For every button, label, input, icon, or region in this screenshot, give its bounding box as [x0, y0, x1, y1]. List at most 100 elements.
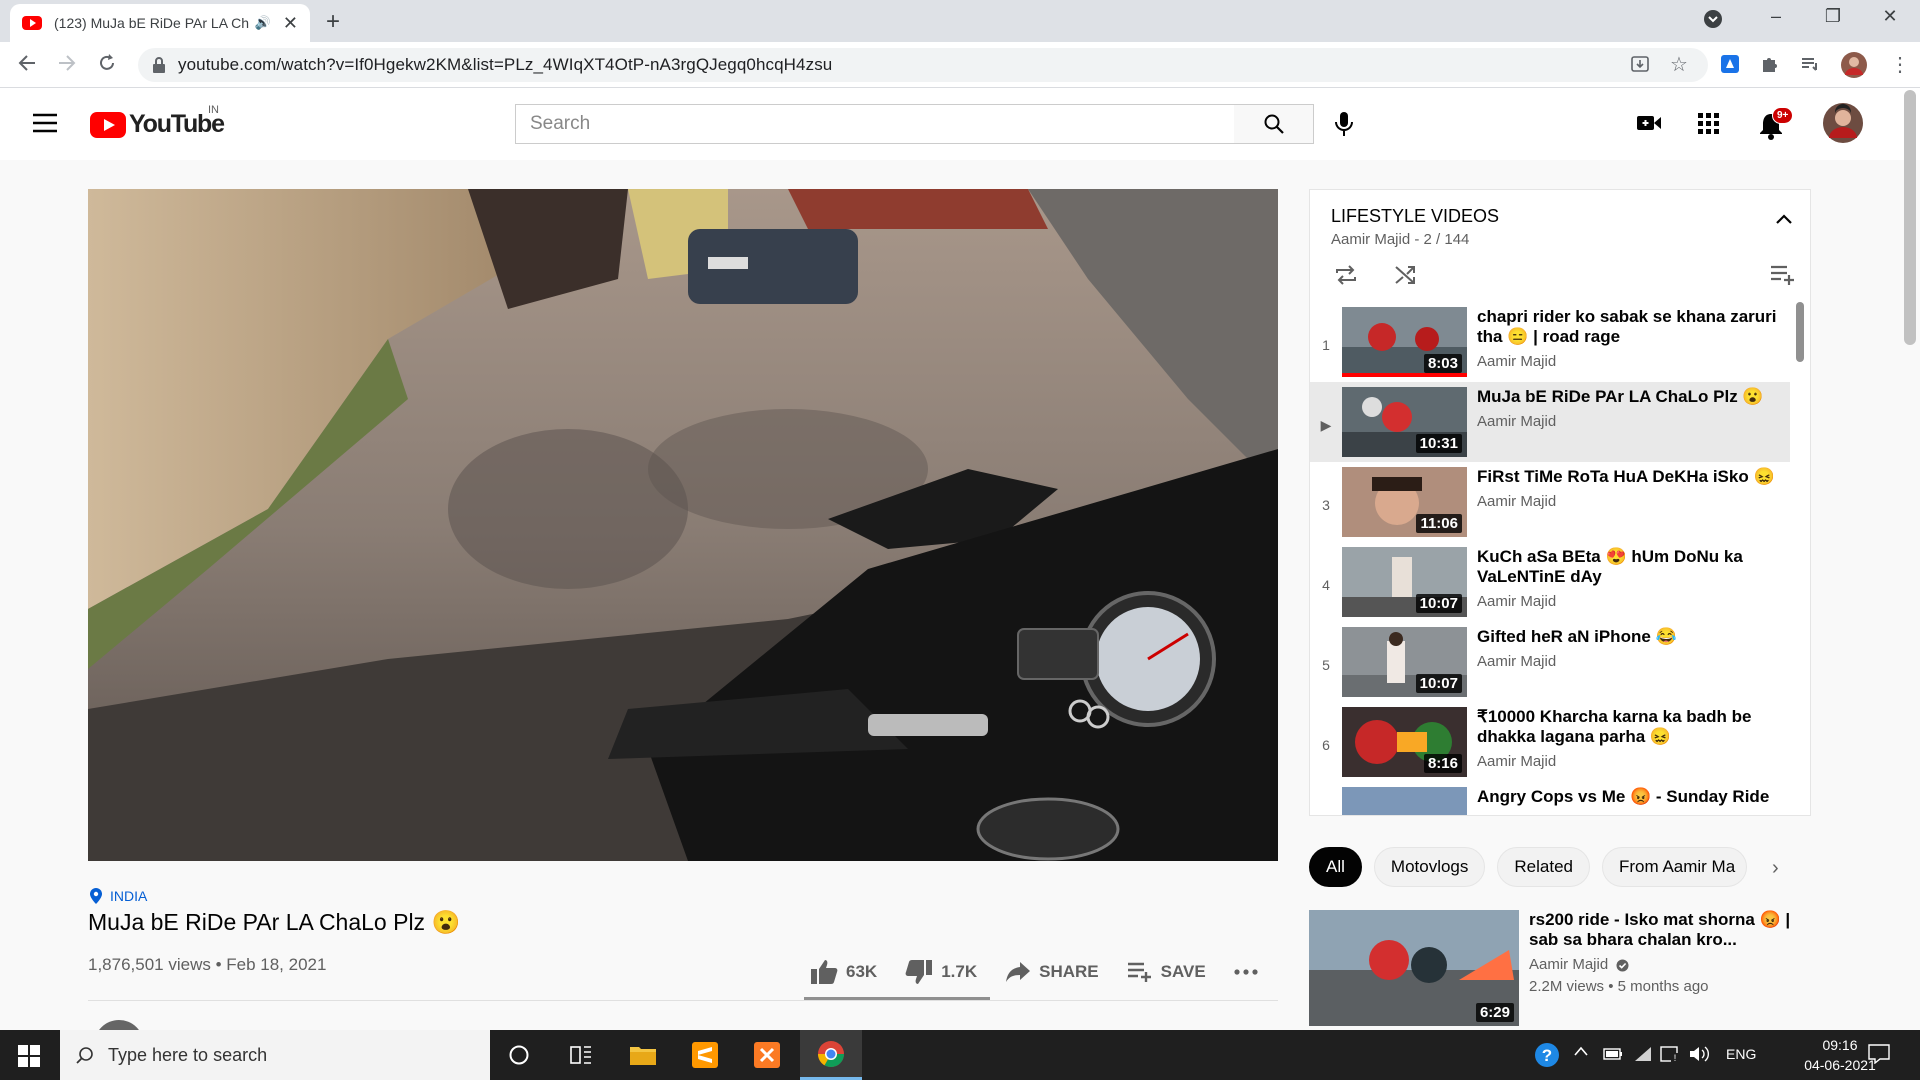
- new-tab-button[interactable]: +: [326, 8, 340, 36]
- back-arrow-icon[interactable]: [16, 52, 38, 74]
- tray-chevron-up-icon[interactable]: [1574, 1046, 1588, 1056]
- browser-tab-active[interactable]: (123) MuJa bE RiDe PAr LA ChaLo Plz 😮 - …: [10, 4, 310, 42]
- video-thumbnail[interactable]: 10:31: [1342, 387, 1467, 457]
- playlist-items: 1 8:03 chapri rider ko sabak se khana za…: [1310, 302, 1790, 815]
- page-scrollbar[interactable]: [1904, 90, 1916, 345]
- more-horizontal-icon: [1234, 969, 1258, 975]
- input-language[interactable]: ENG: [1726, 1046, 1756, 1062]
- playlist-item-index: 4: [1322, 577, 1330, 593]
- playlist-video-title: ₹10000 Kharcha karna ka badh be dhakka l…: [1477, 707, 1752, 746]
- microphone-icon[interactable]: [1333, 110, 1355, 138]
- chrome-menu-icon[interactable]: ⋮: [1890, 52, 1910, 77]
- share-button[interactable]: SHARE: [1005, 961, 1099, 983]
- battery-icon[interactable]: [1603, 1045, 1623, 1063]
- chip-from-channel[interactable]: From Aamir Ma: [1602, 847, 1747, 887]
- extension-drive-icon[interactable]: [1720, 54, 1740, 74]
- video-thumbnail[interactable]: 10:07: [1342, 547, 1467, 617]
- browser-toolbar: youtube.com/watch?v=If0Hgekw2KM&list=PLz…: [0, 42, 1920, 88]
- apps-grid-icon[interactable]: [1698, 113, 1720, 135]
- dislike-button[interactable]: 1.7K: [905, 959, 977, 985]
- shuffle-icon[interactable]: [1394, 264, 1418, 286]
- help-icon[interactable]: ?: [1534, 1042, 1560, 1068]
- loop-icon[interactable]: [1334, 264, 1358, 286]
- recommended-video-channel: Aamir Majid: [1529, 956, 1629, 973]
- network-alert-icon[interactable]: !: [1660, 1045, 1680, 1063]
- playlist-title[interactable]: LIFESTYLE VIDEOS: [1331, 206, 1499, 227]
- reload-icon[interactable]: [96, 52, 118, 74]
- video-thumbnail[interactable]: 11:06: [1342, 467, 1467, 537]
- save-button[interactable]: SAVE: [1127, 961, 1206, 983]
- cortana-icon[interactable]: [488, 1030, 550, 1080]
- windows-start-icon[interactable]: [18, 1045, 40, 1067]
- svg-text:?: ?: [1542, 1046, 1552, 1065]
- chip-motovlogs[interactable]: Motovlogs: [1373, 847, 1486, 887]
- video-thumbnail[interactable]: 6:29: [1309, 910, 1519, 1026]
- minimize-button[interactable]: –: [1756, 6, 1796, 27]
- playlist-add-icon: [1127, 961, 1153, 983]
- search-button[interactable]: [1234, 104, 1314, 144]
- playlist-item-current[interactable]: ▶ 10:31 MuJa bE RiDe PAr LA ChaLo Plz 😮 …: [1310, 382, 1790, 462]
- video-frame-image: [88, 189, 1278, 861]
- bookmark-star-icon[interactable]: ☆: [1670, 52, 1688, 77]
- wifi-icon[interactable]: [1633, 1045, 1653, 1063]
- more-actions-button[interactable]: [1234, 969, 1258, 975]
- tab-title: (123) MuJa bE RiDe PAr LA ChaLo Plz 😮 - …: [54, 14, 249, 31]
- channel-name: Aamir Majid: [1529, 956, 1609, 973]
- lock-icon[interactable]: [152, 57, 166, 73]
- tab-audio-icon[interactable]: 🔊: [255, 15, 271, 31]
- chrome-taskbar-icon[interactable]: [800, 1030, 862, 1080]
- taskbar-search-box[interactable]: Type here to search: [60, 1030, 490, 1080]
- hamburger-menu-icon[interactable]: [32, 113, 58, 133]
- recommended-video[interactable]: 6:29 rs200 ride - Isko mat shorna 😡 | sa…: [1309, 910, 1809, 1026]
- create-video-icon[interactable]: [1636, 113, 1662, 133]
- now-playing-indicator: ▶: [1320, 417, 1332, 433]
- tab-close-icon[interactable]: ✕: [283, 13, 298, 34]
- chevron-right-icon[interactable]: ›: [1772, 857, 1779, 880]
- playlist-item[interactable]: 3 11:06 FiRst TiMe RoTa HuA DeKHa iSko 😖…: [1310, 462, 1790, 542]
- playlist-item[interactable]: Angry Cops vs Me 😡 - Sunday Ride: [1310, 782, 1790, 815]
- close-window-button[interactable]: ✕: [1870, 6, 1910, 27]
- install-app-icon[interactable]: [1630, 54, 1650, 74]
- xampp-icon[interactable]: [736, 1030, 798, 1080]
- save-playlist-icon[interactable]: [1770, 264, 1796, 286]
- playlist-video-channel: Aamir Majid: [1477, 493, 1557, 510]
- video-thumbnail[interactable]: 8:03: [1342, 307, 1467, 377]
- taskbar-search-placeholder: Type here to search: [108, 1044, 268, 1065]
- sublime-text-icon[interactable]: [674, 1030, 736, 1080]
- address-bar[interactable]: youtube.com/watch?v=If0Hgekw2KM&list=PLz…: [138, 48, 1708, 82]
- playlist-item[interactable]: 6 8:16 ₹10000 Kharcha karna ka badh be d…: [1310, 702, 1790, 782]
- extensions-puzzle-icon[interactable]: [1760, 54, 1780, 74]
- account-avatar[interactable]: [1822, 102, 1864, 144]
- video-duration: 8:03: [1423, 354, 1462, 373]
- restore-button[interactable]: ❐: [1813, 6, 1853, 27]
- thumbs-down-icon: [905, 959, 933, 985]
- profile-avatar[interactable]: [1840, 51, 1868, 79]
- notifications-center-icon[interactable]: [1868, 1044, 1890, 1064]
- chip-related[interactable]: Related: [1497, 847, 1590, 887]
- playlist-subtitle: Aamir Majid - 2 / 144: [1331, 231, 1470, 248]
- playlist-item[interactable]: 5 10:07 Gifted heR aN iPhone 😂 Aamir Maj…: [1310, 622, 1790, 702]
- video-location[interactable]: INDIA: [90, 888, 147, 904]
- playlist-item[interactable]: 4 10:07 KuCh aSa BEta 😍 hUm DoNu ka VaLe…: [1310, 542, 1790, 622]
- media-queue-icon[interactable]: [1800, 54, 1820, 74]
- video-thumbnail[interactable]: [1342, 787, 1467, 815]
- chip-all[interactable]: All: [1309, 847, 1362, 887]
- notifications-bell-icon[interactable]: 9+: [1758, 107, 1798, 140]
- video-thumbnail[interactable]: 10:07: [1342, 627, 1467, 697]
- video-duration: 8:16: [1423, 754, 1462, 773]
- video-thumbnail[interactable]: 8:16: [1342, 707, 1467, 777]
- forward-arrow-icon[interactable]: [56, 52, 78, 74]
- playlist-item[interactable]: 1 8:03 chapri rider ko sabak se khana za…: [1310, 302, 1790, 382]
- volume-icon[interactable]: [1688, 1045, 1710, 1063]
- playlist-scrollbar[interactable]: [1796, 302, 1804, 362]
- tab-search-icon[interactable]: [1702, 8, 1742, 30]
- verified-badge-icon: [1616, 959, 1629, 972]
- chevron-up-icon[interactable]: [1776, 214, 1792, 224]
- task-view-icon[interactable]: [550, 1030, 612, 1080]
- youtube-logo[interactable]: YouTube: [90, 110, 225, 139]
- video-player[interactable]: [88, 189, 1278, 861]
- notification-badge: 9+: [1772, 107, 1794, 124]
- search-input[interactable]: [515, 104, 1235, 144]
- like-button[interactable]: 63K: [810, 959, 877, 985]
- file-explorer-icon[interactable]: [612, 1030, 674, 1080]
